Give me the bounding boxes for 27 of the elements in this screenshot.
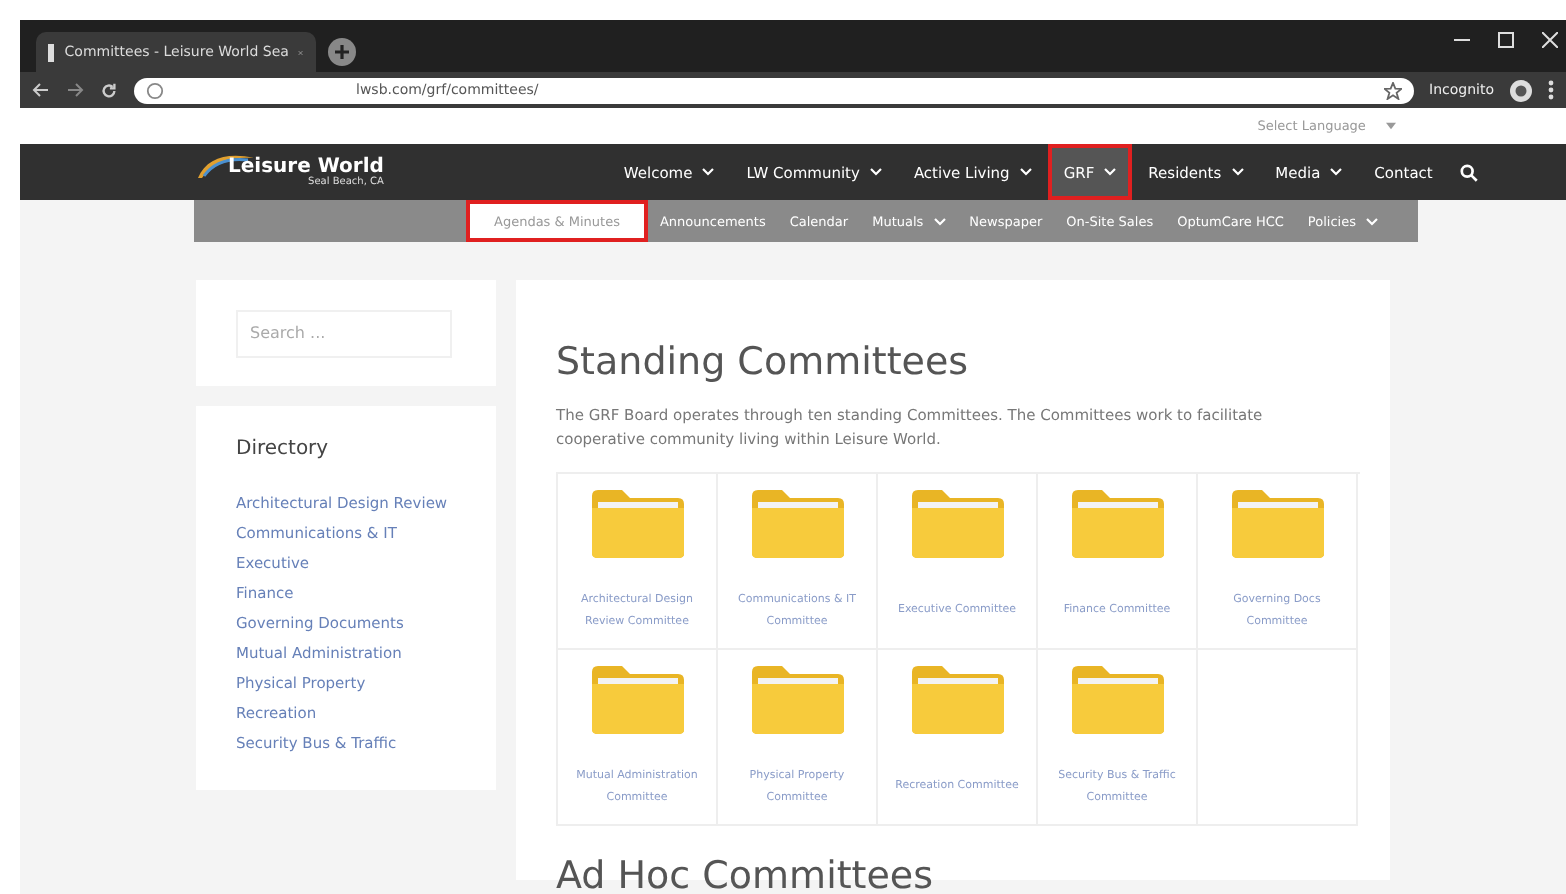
info-icon — [146, 81, 164, 99]
section-heading: Ad Hoc Committees — [556, 854, 936, 894]
folder-icon[interactable] — [589, 488, 685, 560]
folder-icon[interactable] — [909, 488, 1005, 560]
menu-icon[interactable] — [1548, 80, 1554, 100]
folder-icon[interactable] — [589, 664, 685, 736]
reload-icon[interactable] — [100, 81, 118, 99]
folder-icon[interactable] — [1069, 664, 1165, 736]
section-heading: Standing Committees — [556, 340, 971, 384]
close-icon[interactable] — [1542, 32, 1558, 48]
page-icon — [48, 43, 55, 61]
caret-icon — [1386, 122, 1396, 130]
folder-icon[interactable] — [909, 664, 1005, 736]
forward-icon[interactable] — [66, 82, 84, 98]
maximize-icon[interactable] — [1498, 32, 1514, 48]
folder-icon[interactable] — [1229, 488, 1325, 560]
search-icon[interactable] — [1460, 163, 1479, 181]
logo-title[interactable]: Leisure World — [228, 157, 384, 177]
directory-heading: Directory — [236, 437, 331, 459]
new-tab-icon[interactable] — [328, 38, 356, 66]
star-icon[interactable] — [1383, 81, 1402, 99]
incognito-icon — [1510, 79, 1532, 101]
search-field[interactable]: Search ... — [236, 309, 452, 357]
folder-icon[interactable] — [749, 664, 845, 736]
folder-icon[interactable] — [749, 488, 845, 560]
folder-icon[interactable] — [1069, 488, 1165, 560]
back-icon[interactable] — [32, 82, 50, 98]
